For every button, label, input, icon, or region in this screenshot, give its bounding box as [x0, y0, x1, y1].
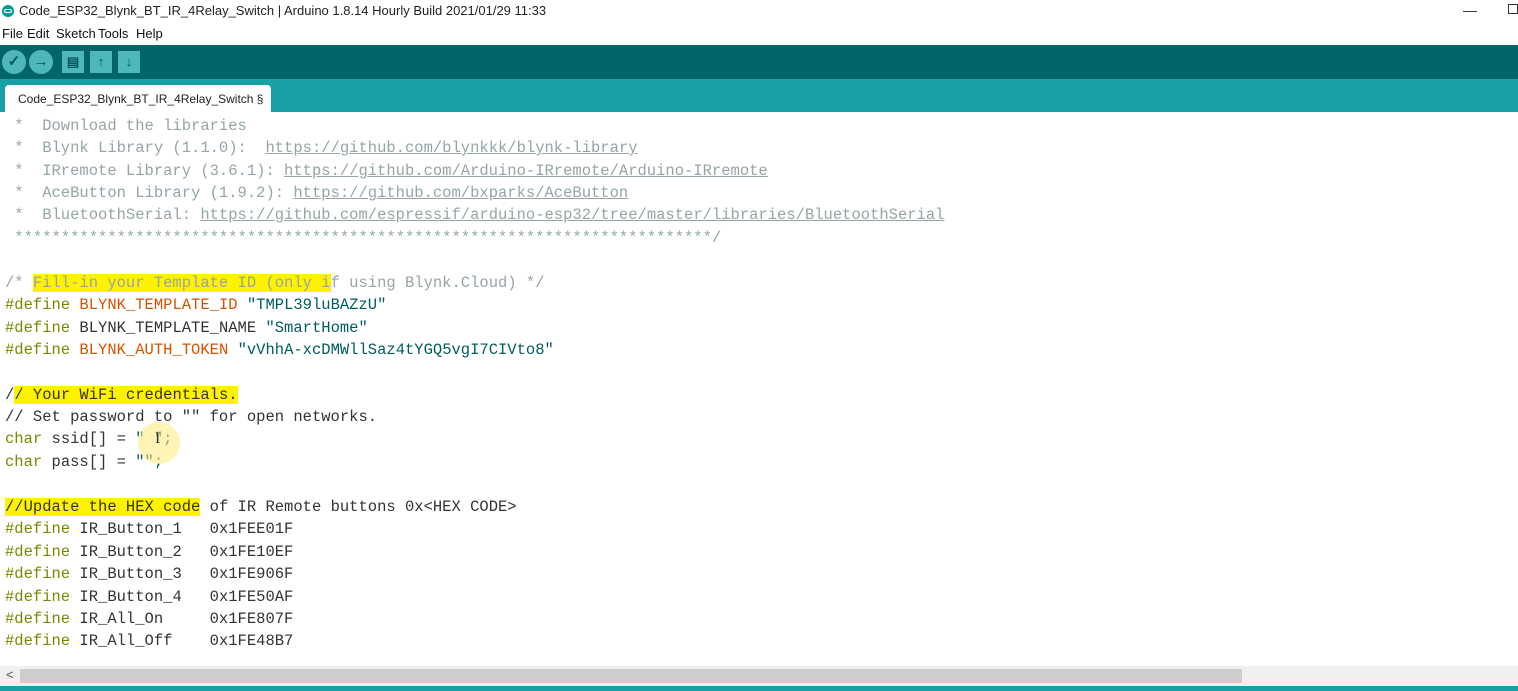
- code-line-11: // Your WiFi credentials.: [5, 384, 238, 406]
- code-line-15: //Update the HEX code of IR Remote butto…: [5, 496, 517, 518]
- code-line-17: #define IR_Button_2 0x1FE10EF: [5, 541, 293, 563]
- menu-sketch[interactable]: Sketch: [56, 26, 96, 41]
- code-line-5: * BluetoothSerial: https://github.com/es…: [5, 204, 944, 226]
- code-line-18: #define IR_Button_3 0x1FE906F: [5, 563, 293, 585]
- new-sketch-button[interactable]: ▤: [62, 51, 84, 73]
- comment-text: * IRremote Library (3.6.1):: [5, 162, 285, 180]
- code-line-10: #define BLYNK_AUTH_TOKEN "vVhhA-xcDMWllS…: [5, 339, 554, 361]
- menu-bar: File Edit Sketch Tools Help: [0, 24, 1518, 44]
- code-line-21: #define IR_All_Off 0x1FE48B7: [5, 630, 293, 652]
- text-cursor-icon: I: [155, 430, 161, 447]
- acebutton-library-link[interactable]: https://github.com/bxparks/AceButton: [293, 184, 628, 202]
- macro-name: BLYNK_TEMPLATE_ID: [70, 296, 238, 314]
- string-value: "TMPL39luBAZzU": [237, 296, 387, 314]
- code-line-16: #define IR_Button_1 0x1FEE01F: [5, 518, 293, 540]
- toolbar: ✓ → ▤ ↑ ↓: [0, 45, 1518, 79]
- highlighted-comment: / Your WiFi credentials.: [14, 386, 238, 404]
- code-text: IR_Button_4 0x1FE50AF: [70, 588, 294, 606]
- tab-bar: Code_ESP32_Blynk_BT_IR_4Relay_Switch §: [0, 79, 1518, 112]
- comment-text: * Download the libraries: [5, 117, 247, 135]
- menu-tools[interactable]: Tools: [98, 26, 128, 41]
- comment-text: * BluetoothSerial:: [5, 206, 201, 224]
- define-keyword: #define: [5, 565, 71, 583]
- bluetoothserial-library-link[interactable]: https://github.com/espressif/arduino-esp…: [200, 206, 944, 224]
- open-sketch-button[interactable]: ↑: [90, 51, 112, 73]
- string-value: "SmartHome": [256, 319, 368, 337]
- comment-text: f using Blynk.Cloud) */: [330, 274, 545, 292]
- code-line-20: #define IR_All_On 0x1FE807F: [5, 608, 293, 630]
- define-keyword: #define: [5, 319, 71, 337]
- code-line-4: * AceButton Library (1.9.2): https://git…: [5, 182, 628, 204]
- code-text: IR_Button_2 0x1FE10EF: [70, 543, 294, 561]
- define-keyword: #define: [5, 296, 71, 314]
- char-keyword: char: [5, 430, 43, 448]
- code-line-3: * IRremote Library (3.6.1): https://gith…: [5, 160, 768, 182]
- code-text: IR_Button_1 0x1FEE01F: [70, 520, 294, 538]
- code-editor[interactable]: * Download the libraries * Blynk Library…: [0, 112, 1518, 666]
- highlighted-comment: //Update the HEX code: [5, 498, 201, 516]
- code-text: IR_Button_3 0x1FE906F: [70, 565, 294, 583]
- define-keyword: #define: [5, 520, 71, 538]
- verify-button[interactable]: ✓: [2, 50, 26, 74]
- irremote-library-link[interactable]: https://github.com/Arduino-IRremote/Ardu…: [284, 162, 768, 180]
- code-text: IR_All_On 0x1FE807F: [70, 610, 294, 628]
- scroll-left-icon[interactable]: <: [6, 667, 14, 682]
- char-keyword: char: [5, 453, 43, 471]
- scrollbar-thumb[interactable]: [20, 669, 1242, 683]
- save-sketch-button[interactable]: ↓: [118, 51, 140, 73]
- comment-text: /*: [5, 274, 33, 292]
- upload-button[interactable]: →: [29, 50, 53, 74]
- code-line-9: #define BLYNK_TEMPLATE_NAME "SmartHome": [5, 317, 368, 339]
- code-text: ssid[] =: [42, 430, 136, 448]
- code-line-7: /* Fill-in your Template ID (only if usi…: [5, 272, 545, 294]
- comment-text: // Set password to "" for open networks.: [5, 408, 378, 426]
- arduino-app-icon: [2, 5, 14, 17]
- define-keyword: #define: [5, 341, 71, 359]
- title-bar: Code_ESP32_Blynk_BT_IR_4Relay_Switch | A…: [0, 0, 1518, 23]
- menu-help[interactable]: Help: [136, 26, 163, 41]
- comment-text: * AceButton Library (1.9.2):: [5, 184, 294, 202]
- define-keyword: #define: [5, 543, 71, 561]
- menu-file[interactable]: File: [2, 26, 23, 41]
- code-line-19: #define IR_Button_4 0x1FE50AF: [5, 586, 293, 608]
- comment-text: ****************************************…: [5, 229, 722, 247]
- window-title: Code_ESP32_Blynk_BT_IR_4Relay_Switch | A…: [19, 3, 547, 18]
- macro-name: BLYNK_AUTH_TOKEN: [70, 341, 229, 359]
- code-text: IR_All_Off 0x1FE48B7: [70, 632, 294, 650]
- define-keyword: #define: [5, 588, 71, 606]
- code-line-8: #define BLYNK_TEMPLATE_ID "TMPL39luBAZzU…: [5, 294, 386, 316]
- code-line-1: * Download the libraries: [5, 115, 247, 137]
- status-strip: [0, 686, 1518, 691]
- code-text: pass[] =: [42, 453, 136, 471]
- menu-edit[interactable]: Edit: [27, 26, 49, 41]
- code-line-6: ****************************************…: [5, 227, 721, 249]
- comment-text: /: [5, 386, 15, 404]
- comment-text: of IR Remote buttons 0x<HEX CODE>: [200, 498, 517, 516]
- tab-sketch[interactable]: Code_ESP32_Blynk_BT_IR_4Relay_Switch §: [5, 85, 272, 112]
- define-keyword: #define: [5, 632, 71, 650]
- macro-name: BLYNK_TEMPLATE_NAME: [70, 319, 257, 337]
- highlighted-comment: Fill-in your Template ID (only i: [32, 274, 331, 292]
- maximize-icon[interactable]: [1508, 4, 1518, 14]
- horizontal-scrollbar[interactable]: <: [0, 666, 1518, 686]
- code-line-14: char pass[] = "";: [5, 451, 163, 473]
- code-line-12: // Set password to "" for open networks.: [5, 406, 377, 428]
- code-line-2: * Blynk Library (1.1.0): https://github.…: [5, 137, 637, 159]
- minimize-icon[interactable]: —: [1463, 2, 1477, 18]
- string-value: "vVhhA-xcDMWllSaz4tYGQ5vgI7CIVto8": [228, 341, 554, 359]
- define-keyword: #define: [5, 610, 71, 628]
- comment-text: * Blynk Library (1.1.0):: [5, 139, 266, 157]
- blynk-library-link[interactable]: https://github.com/blynkkk/blynk-library: [265, 139, 637, 157]
